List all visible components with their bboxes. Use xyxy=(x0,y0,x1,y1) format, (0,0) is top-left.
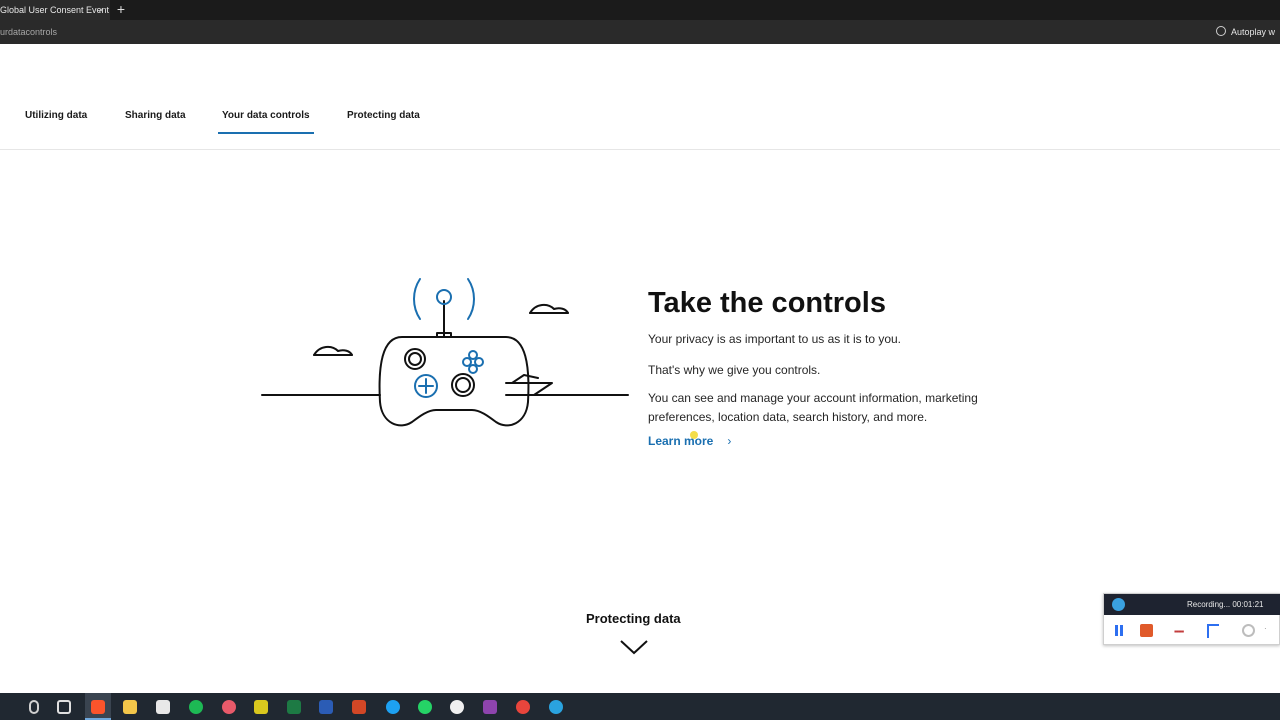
excel-icon[interactable] xyxy=(287,700,301,714)
taskbar xyxy=(0,693,1280,720)
address-bar[interactable]: urdatacontrols Autoplay w xyxy=(0,20,1280,44)
app-icon[interactable] xyxy=(222,700,236,714)
pause-icon[interactable] xyxy=(1114,625,1124,636)
word-icon[interactable] xyxy=(319,700,333,714)
browser-tab-bar: Global User Consent Event × + xyxy=(0,0,1280,20)
chrome-icon[interactable] xyxy=(516,700,530,714)
nav-your-data-controls[interactable]: Your data controls xyxy=(222,110,310,121)
skype-icon[interactable] xyxy=(386,700,400,714)
active-tab-underline xyxy=(218,132,314,134)
tab-title: Global User Consent Event xyxy=(0,5,110,15)
tab-close-icon[interactable]: × xyxy=(96,0,106,20)
hero-headline: Take the controls xyxy=(648,287,886,319)
page-content: Utilizing data Sharing data Your data co… xyxy=(0,44,1280,693)
nav-utilizing-data[interactable]: Utilizing data xyxy=(25,110,87,121)
chevron-right-icon: › xyxy=(727,434,732,448)
hero-paragraph-1: Your privacy is as important to us as it… xyxy=(648,332,902,346)
url-text[interactable]: urdatacontrols xyxy=(0,20,57,44)
game-controller-illustration xyxy=(261,278,629,427)
webcam-icon[interactable] xyxy=(1242,624,1255,637)
audio-level-icon: ▪▪▪▪▪ xyxy=(1174,627,1184,636)
autoplay-icon xyxy=(1216,26,1226,36)
file-explorer-icon[interactable] xyxy=(123,700,137,714)
app-icon[interactable] xyxy=(483,700,497,714)
new-tab-button[interactable]: + xyxy=(115,0,127,20)
mail-icon[interactable] xyxy=(156,700,170,714)
learn-more-label: Learn more xyxy=(648,434,714,448)
whatsapp-icon[interactable] xyxy=(418,700,432,714)
telegram-icon[interactable] xyxy=(549,700,563,714)
microphone-icon[interactable] xyxy=(29,700,39,714)
draw-tool-icon[interactable] xyxy=(1207,624,1219,638)
hero-paragraph-3: You can see and manage your account info… xyxy=(648,391,978,424)
recording-status: Recording... 00:01:21 xyxy=(1187,600,1264,609)
spotify-icon[interactable] xyxy=(189,700,203,714)
cursor-highlight-icon xyxy=(690,431,698,439)
autoplay-toggle[interactable]: Autoplay w xyxy=(1216,20,1275,44)
powerpoint-icon[interactable] xyxy=(352,700,366,714)
recorder-logo-icon xyxy=(1112,598,1125,611)
nav-protecting-data[interactable]: Protecting data xyxy=(347,110,420,121)
recorder-header: Recording... 00:01:21 xyxy=(1104,594,1280,615)
fireworks-icon[interactable] xyxy=(254,700,268,714)
photos-icon[interactable] xyxy=(450,700,464,714)
next-section-label[interactable]: Protecting data xyxy=(586,611,681,626)
autoplay-label: Autoplay w xyxy=(1231,27,1276,37)
brave-browser-icon[interactable] xyxy=(91,700,105,714)
screen-recorder-widget: Recording... 00:01:21 ▪▪▪▪▪ · xyxy=(1103,593,1280,645)
hero-paragraph-2: That's why we give you controls. xyxy=(648,363,821,377)
section-nav: Utilizing data Sharing data Your data co… xyxy=(0,44,1280,150)
more-options-icon[interactable]: · xyxy=(1264,624,1267,633)
chevron-down-icon[interactable] xyxy=(618,638,650,656)
nav-sharing-data[interactable]: Sharing data xyxy=(125,110,186,121)
task-view-icon[interactable] xyxy=(57,700,71,714)
browser-tab[interactable]: Global User Consent Event × xyxy=(0,0,110,20)
stop-icon[interactable] xyxy=(1140,624,1153,637)
